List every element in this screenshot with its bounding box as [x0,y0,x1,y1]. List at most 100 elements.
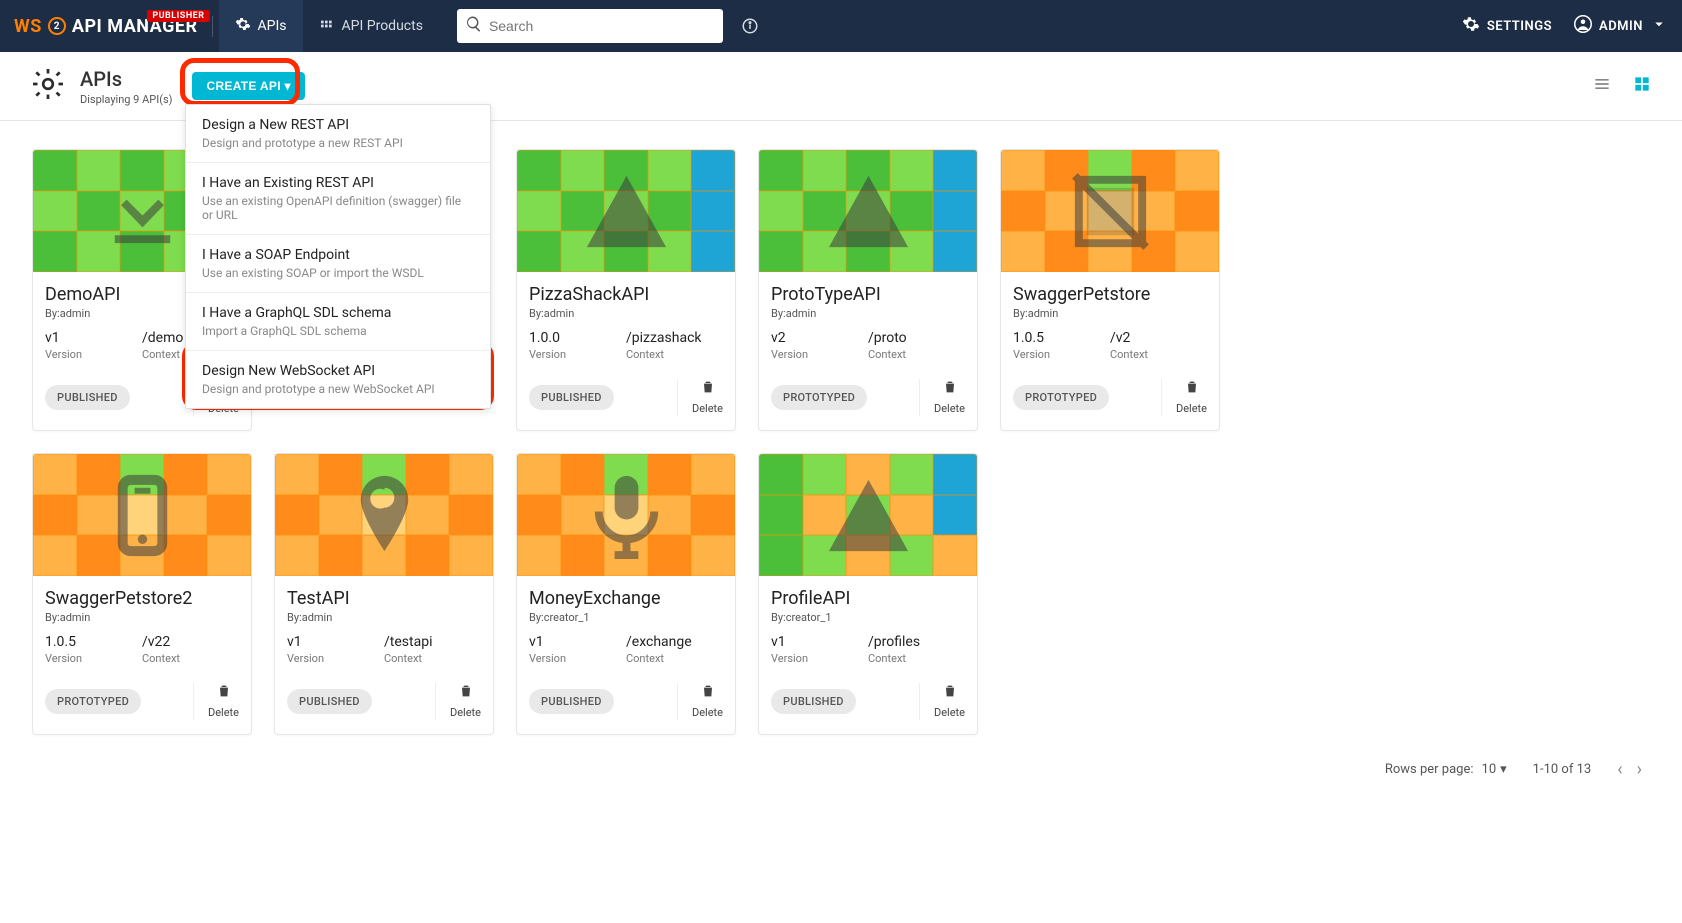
gear-icon [235,16,251,36]
warn-icon [759,150,977,272]
api-card[interactable]: SwaggerPetstore2By:admin1.0.5Version/v22… [32,453,252,735]
nav-right: SETTINGS ADMIN [1462,15,1668,37]
pagination-range: 1-10 of 13 [1533,762,1592,777]
status-badge: PROTOTYPED [1013,385,1109,410]
context-label: Context [868,348,965,361]
delete-button[interactable]: Delete [193,683,239,720]
dropdown-item-sub: Design and prototype a new WebSocket API [202,382,474,396]
status-badge: PROTOTYPED [45,689,141,714]
api-card-thumb [517,150,735,272]
products-icon [319,16,335,36]
version-label: Version [529,652,626,665]
api-card-author: By:creator_1 [529,611,723,624]
api-card-title: MoneyExchange [529,588,723,609]
tab-apis[interactable]: APIs [219,0,303,52]
delete-button[interactable]: Delete [919,379,965,416]
page-title: APIs [80,67,172,91]
page-prev-button[interactable]: ‹ [1617,759,1622,780]
api-card[interactable]: TestAPIBy:adminv1Version/testapiContextP… [274,453,494,735]
top-nav: WS2 API MANAGER PUBLISHER APIs API Produ… [0,0,1682,52]
tab-api-products[interactable]: API Products [303,0,439,52]
dropdown-item-title: I Have a GraphQL SDL schema [202,305,474,321]
brand-logo[interactable]: WS2 API MANAGER PUBLISHER [14,16,213,37]
api-card-version: 1.0.5 [1013,330,1110,346]
user-menu[interactable]: ADMIN [1574,15,1668,37]
api-card[interactable]: SwaggerPetstoreBy:admin1.0.5Version/v2Co… [1000,149,1220,431]
api-card-thumb [1001,150,1219,272]
create-dropdown-item-1[interactable]: I Have an Existing REST APIUse an existi… [186,163,490,235]
create-dropdown-item-3[interactable]: I Have a GraphQL SDL schemaImport a Grap… [186,293,490,351]
api-card-version: 1.0.0 [529,330,626,346]
api-card[interactable]: ProtoTypeAPI By:admin v2 Version/proto Conte… [758,149,978,431]
warn-icon [517,150,735,272]
page-next-button[interactable]: › [1637,759,1642,780]
context-label: Context [626,348,723,361]
user-label: ADMIN [1599,19,1643,34]
chevron-down-icon: ▾ [1500,762,1507,777]
context-label: Context [626,652,723,665]
api-card-author: By:admin [1013,307,1207,320]
api-card-version: v2 [771,330,868,346]
api-card-thumb [517,454,735,576]
api-card-title: TestAPI [287,588,481,609]
chevron-down-icon [1650,15,1668,37]
create-api-button[interactable]: CREATE API ▾ [192,72,304,100]
status-badge: PUBLISHED [771,689,856,714]
api-card-context: /proto [868,330,965,346]
context-label: Context [1110,348,1207,361]
dropdown-item-title: I Have a SOAP Endpoint [202,247,474,263]
context-label: Context [142,652,239,665]
api-card-author: By:admin [771,307,965,320]
api-card-author: By:admin [287,611,481,624]
api-card-version: v1 [45,330,142,346]
delete-button[interactable]: Delete [919,683,965,720]
delete-button[interactable]: Delete [677,379,723,416]
create-dropdown-item-4[interactable]: Design New WebSocket APIDesign and proto… [186,351,490,408]
grid-view-icon[interactable] [1632,74,1652,98]
api-card-thumb [275,454,493,576]
warn-icon [759,454,977,576]
api-card-author: By:admin [529,307,723,320]
version-label: Version [529,348,626,361]
api-card[interactable]: ProfileAPIBy:creator_1v1Version/profiles… [758,453,978,735]
api-card-context: /profiles [868,634,965,650]
api-card-version: v1 [771,634,868,650]
create-dropdown-item-2[interactable]: I Have a SOAP EndpointUse an existing SO… [186,235,490,293]
api-card[interactable]: MoneyExchangeBy:creator_1v1Version/excha… [516,453,736,735]
version-label: Version [45,652,142,665]
pagination: Rows per page: 10 ▾ 1-10 of 13 ‹ › [0,745,1682,810]
delete-button[interactable]: Delete [677,683,723,720]
settings-link[interactable]: SETTINGS [1462,15,1552,37]
api-card-thumb [759,454,977,576]
search-input[interactable] [489,18,715,34]
rows-per-page-label: Rows per page: [1385,762,1474,777]
delete-button[interactable]: Delete [1161,379,1207,416]
mic-icon [517,454,735,576]
gear-icon [1462,15,1480,37]
rows-per-page-select[interactable]: 10 ▾ [1482,762,1507,777]
search-box[interactable] [457,9,723,43]
create-api-dropdown: Design a New REST APIDesign and prototyp… [185,104,491,409]
tab-apis-label: APIs [258,18,287,34]
delete-label: Delete [692,706,723,719]
version-label: Version [771,348,868,361]
create-dropdown-item-0[interactable]: Design a New REST APIDesign and prototyp… [186,105,490,163]
delete-button[interactable]: Delete [435,683,481,720]
device-icon [33,454,251,576]
tab-api-products-label: API Products [342,18,423,34]
api-card-title: ProtoTypeAPI [771,284,965,305]
version-label: Version [45,348,142,361]
api-card-context: /exchange [626,634,723,650]
list-view-icon[interactable] [1592,74,1612,98]
noimage-icon [1001,150,1219,272]
delete-label: Delete [934,706,965,719]
nav-tabs: APIs API Products [219,0,439,52]
version-label: Version [771,652,868,665]
info-icon[interactable] [741,17,759,35]
version-label: Version [287,652,384,665]
api-card-author: By:creator_1 [771,611,965,624]
api-card[interactable]: PizzaShackAPIBy:admin1.0.0Version/pizzas… [516,149,736,431]
api-card-title: SwaggerPetstore [1013,284,1207,305]
api-card-context: /pizzashack [626,330,723,346]
dropdown-item-sub: Use an existing OpenAPI definition (swag… [202,194,474,222]
